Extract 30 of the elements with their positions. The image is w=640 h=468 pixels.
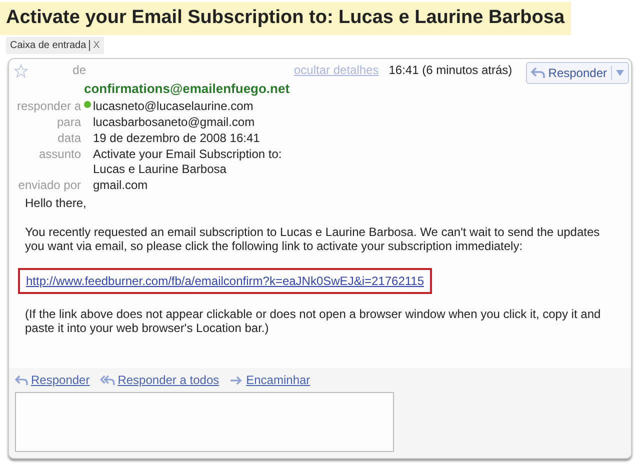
field-label: assunto [38, 147, 81, 162]
field-label: para [56, 115, 81, 130]
message-paragraph: Hello there, [25, 196, 88, 210]
action-link[interactable]: Responder a todos [118, 371, 220, 389]
sender-address: confirmations@emailenfuego.net [84, 80, 290, 98]
message-paragraph: You recently requested an email subscription to Lucas e Laurine Barbosa. We can't wait to send the updates you want via email, so please click the following link to activate your subscription immediately: [25, 225, 601, 253]
reply-icon [15, 374, 28, 386]
reply-icon [531, 66, 546, 78]
field-value: gmail.com [93, 178, 149, 193]
field-label: de [72, 62, 86, 78]
remove-label-button[interactable]: X [93, 38, 100, 52]
subject-title: Activate your Email Subscription to: Lucas e Laurine Barbosa [0, 2, 571, 34]
field-value: 19 de dezembro de 2008 16:41 [93, 131, 261, 146]
field-value: lucasneto@lucaselaurine.com [93, 99, 254, 114]
field-label: data [56, 131, 81, 146]
forward-arrow-icon [229, 374, 244, 386]
field-label: enviado por [17, 178, 81, 193]
reply-field[interactable] [15, 392, 394, 452]
field-value: lucasbarbosaneto@gmail.com [93, 115, 256, 130]
timestamp: 16:41 (6 minutos atrás) [388, 62, 512, 78]
confirmation-link[interactable]: http://www.feedburner.com/fb/a/emailconfirm?k=eaJNk0SwEJ&i=21762115 [26, 274, 424, 288]
action-link[interactable]: Encaminhar [246, 371, 310, 389]
reply-button[interactable]: Responder [526, 62, 629, 84]
action-link[interactable]: Responder [31, 371, 90, 389]
reply-all-icon [100, 374, 115, 386]
field-label: responder a [16, 99, 81, 114]
message-paragraph: (If the link above does not appear clickable or does not open a browser window when you click it, copy it and paste it into your web browser's Location bar.) [25, 307, 602, 335]
star-icon[interactable] [14, 64, 28, 78]
dropdown-caret-icon[interactable] [616, 70, 624, 76]
label-tag: Caixa de entrada X [6, 36, 104, 54]
